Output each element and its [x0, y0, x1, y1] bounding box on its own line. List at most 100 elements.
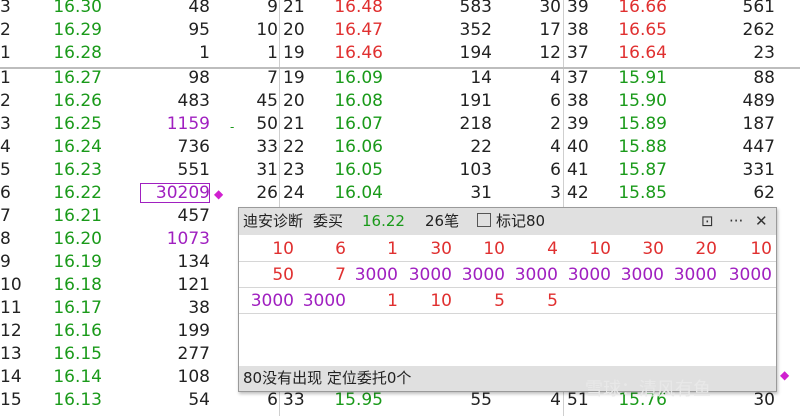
lock-icon[interactable]: ⊡	[701, 208, 714, 235]
level-volume: 489	[742, 91, 775, 111]
level-index: 42	[567, 183, 589, 203]
level-index: 9	[0, 252, 11, 272]
level-order-count: 6	[267, 390, 278, 410]
level-price: 15.89	[618, 114, 667, 134]
level-volume: 38	[188, 298, 210, 318]
level-index: 21	[283, 114, 305, 134]
level-index: 19	[283, 68, 305, 88]
queue-order-size: 1	[387, 291, 398, 311]
level-volume: 30209	[140, 183, 210, 203]
queue-order-size: 10	[430, 291, 452, 311]
level-order-count: 4	[550, 137, 561, 157]
level-volume: 551	[177, 160, 210, 180]
level-volume: 55	[470, 390, 492, 410]
more-icon[interactable]: ···	[729, 208, 743, 235]
level-volume: 736	[177, 137, 210, 157]
level-volume: 194	[459, 43, 492, 63]
level-price: 16.08	[334, 91, 383, 111]
queue-order-size: 7	[335, 265, 346, 285]
level-volume: 199	[177, 321, 210, 341]
level-volume: 187	[742, 114, 775, 134]
level-index: 40	[567, 137, 589, 157]
level-index: 1	[0, 68, 11, 88]
level-order-count: 2	[550, 114, 561, 134]
level-order-count: 3	[550, 183, 561, 203]
level-price: 16.24	[53, 137, 102, 157]
edit-icon	[477, 213, 491, 227]
level-price: 16.05	[334, 160, 383, 180]
level-volume: 1073	[166, 229, 210, 249]
queue-order-size: 10	[483, 239, 505, 259]
level-index: 2	[0, 91, 11, 111]
level-volume: 30	[753, 390, 775, 410]
queue-order-size: 50	[272, 265, 294, 285]
queue-order-size: 30	[642, 239, 664, 259]
popup-title-bar: 迪安诊断 委买 16.22 26笔 标记80 ⊡ ··· ✕	[239, 208, 776, 235]
queue-order-size: 10	[750, 239, 772, 259]
level-price: 16.28	[53, 43, 102, 63]
mark-label: 标记80	[496, 212, 546, 230]
level-volume: 262	[742, 20, 775, 40]
level-price: 16.15	[53, 344, 102, 364]
level-order-count: 31	[256, 160, 278, 180]
level-volume: 483	[177, 91, 210, 111]
level-price: 16.20	[53, 229, 102, 249]
level-order-count: 26	[256, 183, 278, 203]
level-price: 16.26	[53, 91, 102, 111]
level-order-count: 17	[539, 20, 561, 40]
level-volume: 54	[188, 390, 210, 410]
level-index: 4	[0, 137, 11, 157]
level-volume: 14	[470, 68, 492, 88]
level-index: 41	[567, 160, 589, 180]
level-index: 38	[567, 20, 589, 40]
level-order-count: 33	[256, 137, 278, 157]
level-price: 15.85	[618, 183, 667, 203]
queue-order-size: 3000	[250, 291, 294, 311]
queue-order-size: 3000	[620, 265, 664, 285]
popup-stock-name: 迪安诊断	[243, 212, 304, 230]
selected-marker-icon: ◆	[214, 187, 224, 201]
corner-marker-icon: ◆	[780, 368, 790, 382]
queue-order-size: 3000	[567, 265, 611, 285]
level-index: 5	[0, 160, 11, 180]
level-volume: 48	[188, 0, 210, 17]
level-index: 19	[283, 43, 305, 63]
level-price: 16.16	[53, 321, 102, 341]
level-price: 16.06	[334, 137, 383, 157]
level-price: 16.46	[334, 43, 383, 63]
level-price: 16.19	[53, 252, 102, 272]
queue-order-size: 30	[430, 239, 452, 259]
queue-order-size: 3000	[728, 265, 772, 285]
level-price: 16.48	[334, 0, 383, 17]
level-price: 16.66	[618, 0, 667, 17]
mark-checkbox[interactable]	[477, 208, 491, 235]
level-index: 10	[0, 275, 22, 295]
level-order-count: 45	[256, 91, 278, 111]
level-index: 1	[0, 43, 11, 63]
level-price: 16.25	[53, 114, 102, 134]
level-price: 15.91	[618, 68, 667, 88]
queue-order-size: 3000	[514, 265, 558, 285]
level-price: 16.27	[53, 68, 102, 88]
level-index: 24	[283, 183, 305, 203]
level-volume: 561	[742, 0, 775, 17]
queue-order-size: 3000	[408, 265, 452, 285]
queue-order-size: 3000	[673, 265, 717, 285]
level-volume: 121	[177, 275, 210, 295]
level-volume: 331	[742, 160, 775, 180]
popup-count: 26笔	[425, 212, 460, 230]
level-volume: 62	[753, 183, 775, 203]
level-index: 13	[0, 344, 22, 364]
level-price: 16.22	[53, 183, 102, 203]
close-icon[interactable]: ✕	[755, 208, 768, 235]
level-index: 23	[283, 160, 305, 180]
level-order-count: 12	[539, 43, 561, 63]
level-index: 39	[567, 114, 589, 134]
level-price: 16.64	[618, 43, 667, 63]
level-price: 16.29	[53, 20, 102, 40]
ask-bid-divider	[0, 67, 800, 69]
level-volume: 218	[459, 114, 492, 134]
level-volume: 277	[177, 344, 210, 364]
level-order-count: 50	[256, 114, 278, 134]
level-index: 38	[567, 91, 589, 111]
